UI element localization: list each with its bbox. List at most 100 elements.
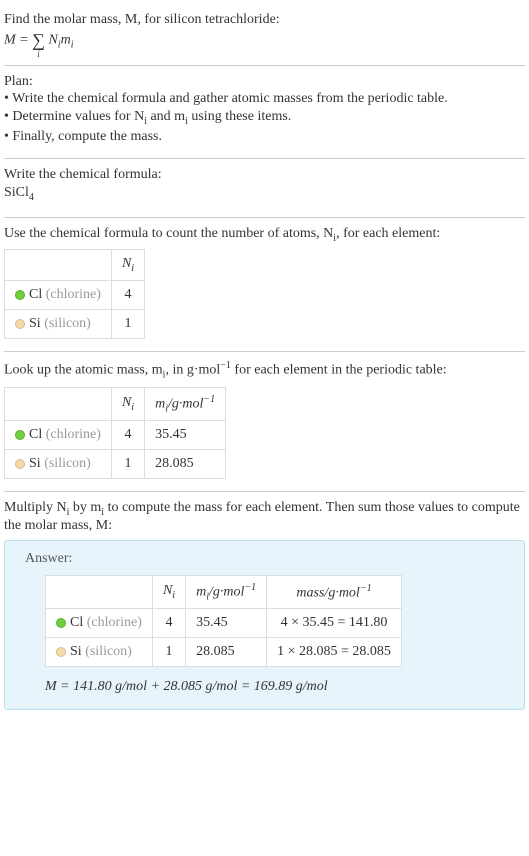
answer-result: M = 141.80 g/mol + 28.085 g/mol = 169.89… <box>45 679 504 695</box>
chem-sub: 4 <box>29 192 34 203</box>
lookup-hsup: −1 <box>220 360 231 371</box>
elem-name: (chlorine) <box>87 615 142 630</box>
chem-heading: Write the chemical formula: <box>4 167 525 183</box>
intro-line1: Find the molar mass, M, for silicon tetr… <box>4 12 280 27</box>
plan-b2c: using these items. <box>188 109 291 124</box>
table-row: Si (silicon) 1 28.085 <box>5 450 226 479</box>
chem-formula: SiCl4 <box>4 183 525 205</box>
empty-header <box>5 250 112 281</box>
elem-name: (chlorine) <box>46 287 101 302</box>
elem-sym: Cl <box>70 615 83 630</box>
element-cell: Cl (chlorine) <box>5 421 112 450</box>
ni-h: N <box>122 256 131 271</box>
ni-h: N <box>163 583 172 598</box>
answer-box: Answer: Ni mi/g·mol−1 mass/g·mol−1 Cl (c… <box>4 540 525 710</box>
element-cell: Si (silicon) <box>5 310 112 339</box>
table-row: Si (silicon) 1 28.085 1 × 28.085 = 28.08… <box>46 638 402 667</box>
mi-h: m <box>155 396 165 411</box>
intro-section: Find the molar mass, M, for silicon tetr… <box>4 8 525 66</box>
chem-section: Write the chemical formula: SiCl4 <box>4 163 525 218</box>
mass-header: mass/g·mol−1 <box>267 575 402 608</box>
mi-cell: 28.085 <box>186 638 267 667</box>
mass-cell: 4 × 35.45 = 141.80 <box>267 609 402 638</box>
mi-cell: 35.45 <box>145 421 226 450</box>
ni-hs: i <box>172 590 175 601</box>
elem-sym: Cl <box>29 287 42 302</box>
count-ha: Use the chemical formula to count the nu… <box>4 226 333 241</box>
mass-h: mass/g·mol <box>296 585 359 600</box>
answer-section: Multiply Ni by mi to compute the mass fo… <box>4 496 525 722</box>
mi-hu: /g·mol <box>209 585 244 600</box>
ni-cell: 4 <box>111 421 144 450</box>
element-cell: Si (silicon) <box>46 638 153 667</box>
ni-hs: i <box>131 263 134 274</box>
formula-sub2: i <box>71 40 74 51</box>
si-dot-icon <box>56 647 66 657</box>
plan-bullet3: • Finally, compute the mass. <box>4 128 525 146</box>
lookup-ha: Look up the atomic mass, m <box>4 363 163 378</box>
ni-header: Ni <box>111 250 144 281</box>
ni-cell: 4 <box>152 609 185 638</box>
mi-h: m <box>196 585 206 600</box>
lookup-section: Look up the atomic mass, mi, in g·mol−1 … <box>4 356 525 492</box>
chem-base: SiCl <box>4 185 29 200</box>
ni-header: Ni <box>152 575 185 608</box>
formula-lhs: M = <box>4 33 32 48</box>
plan-b2b: and m <box>147 109 185 124</box>
answer-label: Answer: <box>25 551 504 567</box>
plan-bullet1: • Write the chemical formula and gather … <box>4 90 525 108</box>
table-header-row: Ni mi/g·mol−1 mass/g·mol−1 <box>46 575 402 608</box>
ni-h: N <box>122 395 131 410</box>
plan-section: Plan: • Write the chemical formula and g… <box>4 70 525 159</box>
si-dot-icon <box>15 459 25 469</box>
element-cell: Si (silicon) <box>5 450 112 479</box>
cl-dot-icon <box>15 430 25 440</box>
cl-dot-icon <box>15 290 25 300</box>
empty-header <box>46 575 153 608</box>
elem-sym: Cl <box>29 427 42 442</box>
multiply-heading: Multiply Ni by mi to compute the mass fo… <box>4 500 525 534</box>
count-heading: Use the chemical formula to count the nu… <box>4 226 525 244</box>
table-row: Cl (chlorine) 4 35.45 4 × 35.45 = 141.80 <box>46 609 402 638</box>
mass-cell: 1 × 28.085 = 28.085 <box>267 638 402 667</box>
intro-heading: Find the molar mass, M, for silicon tetr… <box>4 12 525 28</box>
mi-cell: 28.085 <box>145 450 226 479</box>
mass-hsup: −1 <box>360 583 372 594</box>
ni-hs: i <box>131 402 134 413</box>
count-table: Ni Cl (chlorine) 4 Si (silicon) 1 <box>4 249 145 339</box>
sum-index: i <box>37 49 40 59</box>
elem-name: (silicon) <box>85 644 132 659</box>
empty-header <box>5 387 112 420</box>
mi-header: mi/g·mol−1 <box>145 387 226 420</box>
table-row: Si (silicon) 1 <box>5 310 145 339</box>
si-dot-icon <box>15 319 25 329</box>
sum-symbol: ∑i <box>32 30 45 51</box>
elem-sym: Si <box>29 316 41 331</box>
count-hb: , for each element: <box>336 226 440 241</box>
intro-formula: M = ∑i Nimi <box>4 28 525 53</box>
ni-cell: 1 <box>111 310 144 339</box>
mi-hsup: −1 <box>244 582 256 593</box>
elem-name: (silicon) <box>44 456 91 471</box>
lookup-heading: Look up the atomic mass, mi, in g·mol−1 … <box>4 360 525 380</box>
mult-ha: Multiply N <box>4 500 67 515</box>
lookup-hb: , in g·mol <box>165 363 220 378</box>
ni-header: Ni <box>111 387 144 420</box>
formula-rhs2: m <box>61 33 71 48</box>
table-header-row: Ni <box>5 250 145 281</box>
plan-b2a: • Determine values for N <box>4 109 144 124</box>
element-cell: Cl (chlorine) <box>46 609 153 638</box>
elem-sym: Si <box>70 644 82 659</box>
table-row: Cl (chlorine) 4 <box>5 281 145 310</box>
plan-bullet2: • Determine values for Ni and mi using t… <box>4 108 525 128</box>
count-section: Use the chemical formula to count the nu… <box>4 222 525 353</box>
mi-cell: 35.45 <box>186 609 267 638</box>
cl-dot-icon <box>56 618 66 628</box>
table-row: Cl (chlorine) 4 35.45 <box>5 421 226 450</box>
formula-rhs: N <box>45 33 58 48</box>
plan-heading: Plan: <box>4 74 525 90</box>
mi-header: mi/g·mol−1 <box>186 575 267 608</box>
elem-sym: Si <box>29 456 41 471</box>
elem-name: (silicon) <box>44 316 91 331</box>
ni-cell: 1 <box>152 638 185 667</box>
